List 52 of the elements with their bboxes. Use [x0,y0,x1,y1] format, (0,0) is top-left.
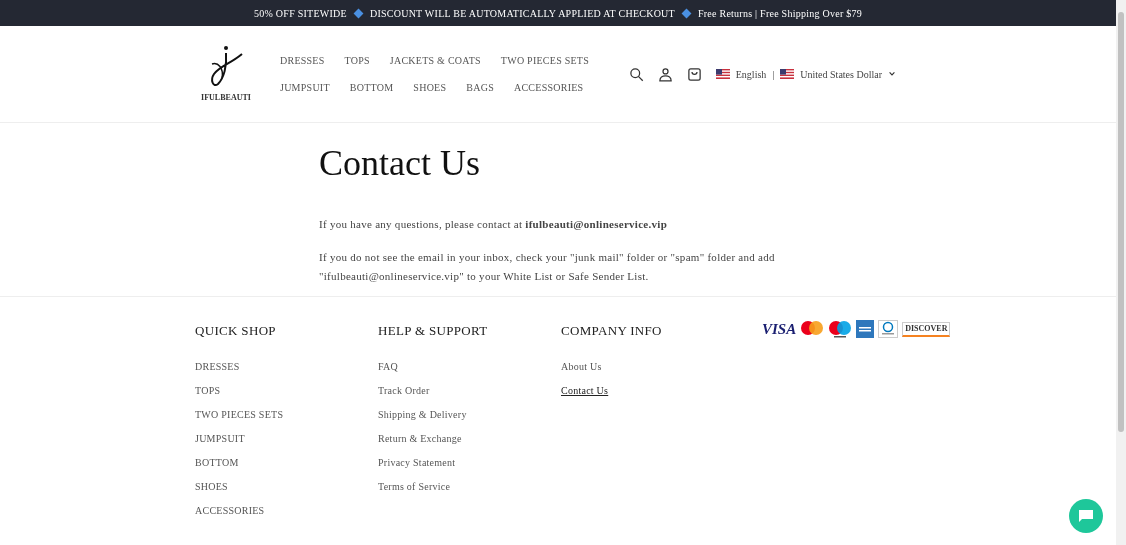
footer-link[interactable]: About Us [561,358,602,374]
card-logo-icon [856,320,875,338]
footer-link[interactable]: Terms of Service [378,478,451,494]
footer-heading: COMPANY INFO [561,322,663,340]
nav-link[interactable]: DRESSES [280,53,325,68]
footer-link[interactable]: JUMPSUIT [195,430,245,446]
footer-link[interactable]: Contact Us [561,382,609,398]
search-icon[interactable] [628,66,644,82]
separator-text: | [772,67,775,82]
logo-text: IFULBEAUTI [201,92,251,104]
scrollbar-thumb[interactable] [1118,12,1124,432]
footer-link[interactable]: Return & Exchange [378,430,462,446]
nav-link[interactable]: JACKETS & COATS [389,53,481,68]
footer-link[interactable]: FAQ [378,358,398,374]
language-selector[interactable]: English [735,66,767,82]
cart-icon[interactable] [686,66,702,82]
nav-link[interactable]: BOTTOM [349,80,394,95]
nav-link[interactable]: JUMPSUIT [280,80,330,95]
footer-link[interactable]: Privacy Statement [378,454,456,470]
footer-heading: QUICK SHOP [195,322,277,340]
contact-paragraph: If you have any questions, please contact at ifulbeauti@onlineservice.vip [319,217,669,232]
footer-link[interactable]: TOPS [195,382,221,398]
chevron-icon[interactable] [888,70,896,78]
us-flag-icon [715,69,730,79]
footer-link[interactable]: BOTTOM [195,454,239,470]
footer-link[interactable]: Shipping & Delivery [378,406,467,422]
announcement-text: DISCOUNT WILL BE AUTOMATICALLY APPLIED AT CHECKOUT [369,6,675,21]
footer-link[interactable]: SHOES [195,478,228,494]
visa-logo: VISA [762,321,797,337]
footer-heading: HELP & SUPPORT [378,322,489,340]
card-logo-icon [878,320,899,338]
us-flag-icon [780,69,795,79]
announcement-text: 50% OFF SITEWIDE [254,6,347,21]
nav-link[interactable]: BAGS [466,80,494,95]
account-icon[interactable] [657,66,673,82]
discover-logo: DISCOVER [902,321,951,337]
nav-link[interactable]: TOPS [344,53,370,68]
scrollbar[interactable] [1116,0,1126,545]
page-title: Contact Us [319,145,481,181]
card-logo-icon [828,320,853,338]
footer-link[interactable]: TWO PIECES SETS [195,406,284,422]
currency-selector[interactable]: United States Dollar [800,66,882,82]
footer-link[interactable]: Track Order [378,382,430,398]
contact-paragraph: If you do not see the email in your inbox, check your "junk mail" folder or "spam" folder and add "ifulbeauti@onlineservice.vip" to your White List or Safe Sender List. [319,250,776,284]
announcement-text: Free Returns | Free Shipping Over $79 [697,6,862,21]
nav-link[interactable]: TWO PIECES SETS [500,53,590,68]
nav-link[interactable]: SHOES [413,80,447,95]
footer-link[interactable]: ACCESSORIES [195,502,265,518]
chat-icon [1078,509,1094,523]
card-logo-icon [800,320,825,338]
nav-link[interactable]: ACCESSORIES [513,80,584,95]
footer-link[interactable]: DRESSES [195,358,240,374]
